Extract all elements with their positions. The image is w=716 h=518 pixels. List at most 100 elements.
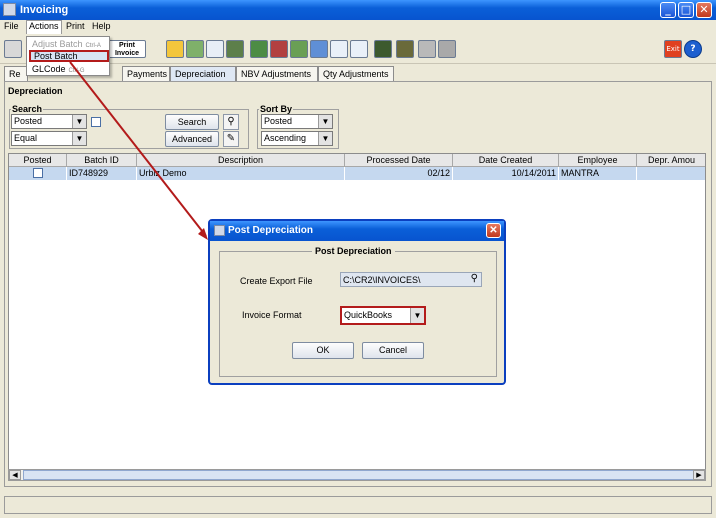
date-created-cell: 10/14/2011 <box>453 167 559 180</box>
advanced-button[interactable]: Advanced <box>165 131 219 147</box>
column-date-created[interactable]: Date Created <box>453 154 559 167</box>
users-icon[interactable] <box>270 40 288 58</box>
exit-button[interactable]: Exit <box>664 40 682 58</box>
search-button[interactable]: Search <box>165 114 219 130</box>
employee-cell: MANTRA <box>559 167 637 180</box>
scroll-left-icon[interactable]: ◀ <box>9 470 21 480</box>
menu-item-glcode[interactable]: GLCode Ctrl-G <box>29 63 109 75</box>
dialog-title: Post Depreciation <box>228 225 314 236</box>
cancel-button[interactable]: Cancel <box>362 342 424 359</box>
tab-qty-adjustments[interactable]: Qty Adjustments <box>318 66 394 81</box>
table-row[interactable]: ID748929 Urbiz Demo 02/12 10/14/2011 MAN… <box>9 167 705 180</box>
chevron-down-icon: ▼ <box>318 115 332 128</box>
search-field-value: Posted <box>14 116 43 126</box>
document-icon[interactable] <box>206 40 224 58</box>
doc-icon[interactable] <box>350 40 368 58</box>
sort-field-value: Posted <box>264 116 293 126</box>
adjust-batch-label: Adjust Batch <box>32 39 83 49</box>
column-employee[interactable]: Employee <box>559 154 637 167</box>
chevron-down-icon: ▼ <box>72 115 86 128</box>
print-invoice-label: Print Invoice <box>114 42 140 57</box>
grid-header: Posted Batch ID Description Processed Da… <box>9 154 705 167</box>
search-operator-select[interactable]: Equal ▼ <box>11 131 87 146</box>
adjust-batch-shortcut: Ctrl-A <box>85 43 101 49</box>
sort-legend: Sort By <box>259 104 294 114</box>
tab-re[interactable]: Re <box>4 66 28 81</box>
tab-nbv-adjustments[interactable]: NBV Adjustments <box>236 66 318 81</box>
advanced-search-icon[interactable]: ✎ <box>223 131 239 147</box>
description-cell: Urbiz Demo <box>137 167 345 180</box>
chevron-down-icon: ▼ <box>318 132 332 145</box>
chevron-down-icon: ▼ <box>72 132 86 145</box>
post-depreciation-dialog: Post Depreciation ✕ Post Depreciation Cr… <box>208 219 506 385</box>
dialog-close-icon[interactable]: ✕ <box>486 223 501 238</box>
column-description[interactable]: Description <box>137 154 345 167</box>
help-button[interactable]: ? <box>684 40 702 58</box>
report-icon[interactable] <box>186 40 204 58</box>
save-icon[interactable] <box>166 40 184 58</box>
search-field-select[interactable]: Posted ▼ <box>11 114 87 129</box>
search-icon[interactable]: ⚲ <box>223 114 239 130</box>
menu-item-adjust-batch: Adjust Batch Ctrl-A <box>29 38 109 50</box>
sort-order-value: Ascending <box>264 133 307 143</box>
column-batch-id[interactable]: Batch ID <box>67 154 137 167</box>
post-batch-label: Post Batch <box>34 51 78 61</box>
menu-actions[interactable]: Actions <box>26 20 62 34</box>
invoice-format-value: QuickBooks <box>344 310 393 320</box>
menu-file[interactable]: File <box>4 21 19 31</box>
calculator-icon[interactable] <box>374 40 392 58</box>
section-title: Depreciation <box>8 86 63 96</box>
dialog-group-title: Post Depreciation <box>312 246 395 256</box>
column-posted[interactable]: Posted <box>9 154 67 167</box>
ledger-icon[interactable] <box>226 40 244 58</box>
sort-order-select[interactable]: Ascending ▼ <box>261 131 333 146</box>
print-invoice-button[interactable]: Print Invoice <box>108 40 146 58</box>
invoice-format-select[interactable]: QuickBooks ▼ <box>340 306 426 325</box>
ok-button[interactable]: OK <box>292 342 354 359</box>
minimize-button[interactable]: _ <box>660 2 676 18</box>
tab-payments[interactable]: Payments <box>122 66 170 81</box>
processed-date-cell: 02/12 <box>345 167 453 180</box>
posted-checkbox[interactable] <box>33 168 43 178</box>
export-file-label: Create Export File <box>240 276 313 286</box>
dialog-group: Post Depreciation Create Export File C:\… <box>219 246 497 377</box>
posted-cell <box>9 167 67 180</box>
scroll-thumb[interactable] <box>23 470 695 480</box>
tools-icon[interactable] <box>396 40 414 58</box>
scroll-right-icon[interactable]: ▶ <box>693 470 705 480</box>
dialog-app-icon <box>214 225 225 236</box>
amount-cell <box>637 167 705 180</box>
export-file-value: C:\CR2\INVOICES\ <box>343 275 421 285</box>
disabled-icon-2 <box>438 40 456 58</box>
column-depr-amount[interactable]: Depr. Amou <box>637 154 705 167</box>
app-icon <box>3 3 16 16</box>
spreadsheet-icon[interactable] <box>250 40 268 58</box>
toolbar-icon-1[interactable] <box>4 40 22 58</box>
search-icon[interactable]: ⚲ <box>471 273 478 285</box>
column-processed-date[interactable]: Processed Date <box>345 154 453 167</box>
chevron-down-icon: ▼ <box>410 308 424 323</box>
sort-field-select[interactable]: Posted ▼ <box>261 114 333 129</box>
menu-help[interactable]: Help <box>92 21 111 31</box>
tab-depreciation[interactable]: Depreciation <box>170 66 236 82</box>
horizontal-scrollbar[interactable]: ◀ ▶ <box>8 469 706 481</box>
disabled-icon-1 <box>418 40 436 58</box>
export-icon[interactable] <box>310 40 328 58</box>
sheet-icon[interactable] <box>290 40 308 58</box>
dialog-title-bar: Post Depreciation ✕ <box>210 221 504 241</box>
menu-bar: File Actions Print Help <box>0 20 716 34</box>
page-icon[interactable] <box>330 40 348 58</box>
close-window-button[interactable]: ✕ <box>696 2 712 18</box>
export-file-field[interactable]: C:\CR2\INVOICES\ ⚲ <box>340 272 482 287</box>
glcode-label: GLCode <box>32 64 66 74</box>
batch-id-cell: ID748929 <box>67 167 137 180</box>
status-bar <box>4 496 712 514</box>
search-operator-value: Equal <box>14 133 38 143</box>
maximize-button[interactable]: □ <box>678 2 694 18</box>
search-legend: Search <box>11 104 44 114</box>
glcode-shortcut: Ctrl-G <box>68 68 85 74</box>
menu-print[interactable]: Print <box>66 21 85 31</box>
menu-item-post-batch[interactable]: Post Batch <box>29 50 109 62</box>
search-value-checkbox[interactable] <box>91 117 101 127</box>
actions-menu-dropdown: Adjust Batch Ctrl-A Post Batch GLCode Ctrl… <box>26 36 110 76</box>
